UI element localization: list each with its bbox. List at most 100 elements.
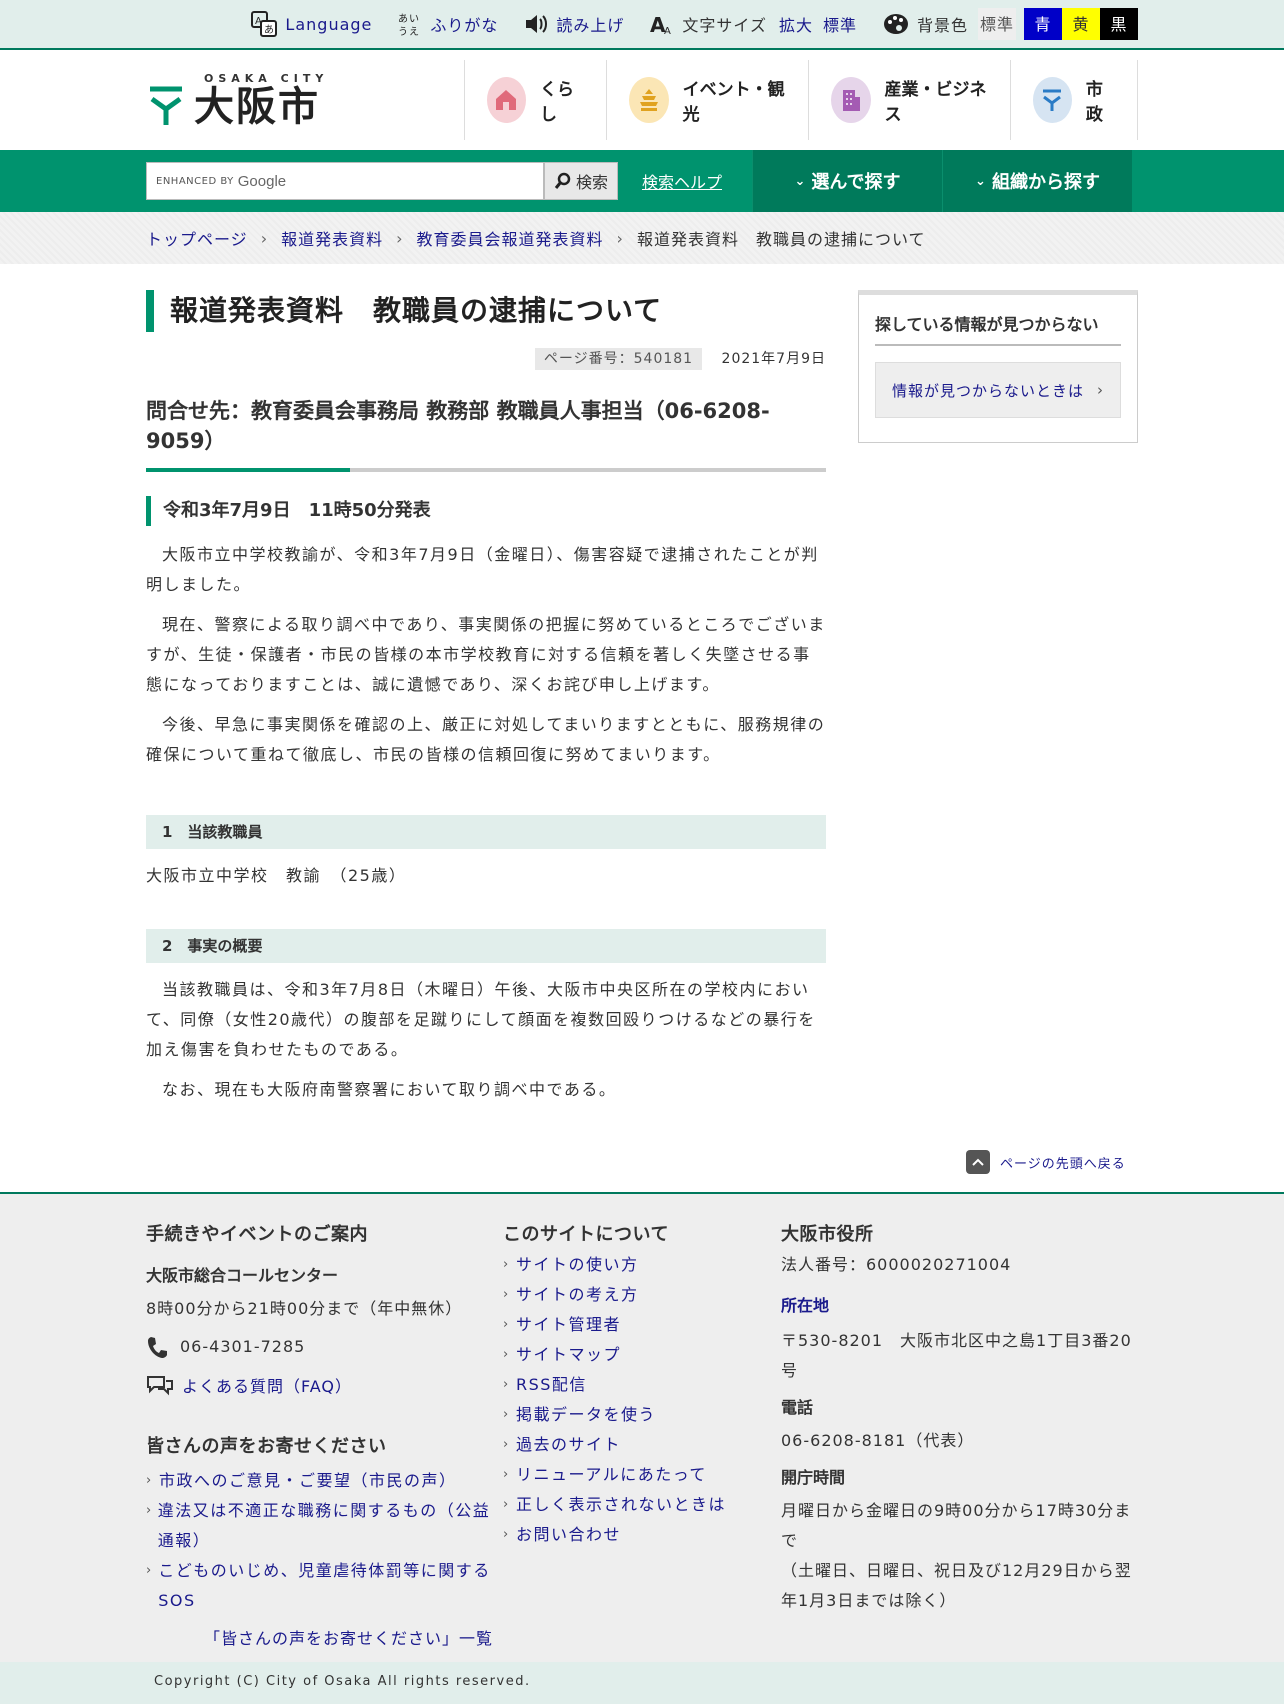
site-header: OSAKA CITY 大阪市 くらし イベント・観光 産業・ビジネス 市政 xyxy=(0,50,1284,150)
site-links: › サイトの使い方 › サイトの考え方 › サイト管理者 › サイトマップ › RSS配信… xyxy=(503,1250,743,1550)
organization-search-button[interactable]: ⌄ 組織から探す xyxy=(942,150,1132,212)
voice-link-citizen[interactable]: 市政へのご意見・ご要望（市民の声） xyxy=(159,1466,457,1496)
logo-name-text: 大阪市 xyxy=(194,83,320,130)
breadcrumb-link-press[interactable]: 報道発表資料 xyxy=(281,226,383,250)
page-title: 報道発表資料 教職員の逮捕について xyxy=(146,290,826,332)
side-help-box: 探している情報が見つからない 情報が見つからないときは › xyxy=(858,290,1138,443)
font-size-label: 文字サイズ xyxy=(682,16,767,35)
section-body-staff: 大阪市立中学校 教諭 （25歳） xyxy=(146,866,407,885)
font-size-large-button[interactable]: 拡大 xyxy=(779,12,813,36)
page-top-link[interactable]: ページの先頭へ戻る xyxy=(966,1150,1126,1174)
search-help-link[interactable]: 検索ヘルプ xyxy=(642,169,752,193)
site-link[interactable]: リニューアルにあたって xyxy=(516,1460,707,1490)
page-top-label: ページの先頭へ戻る xyxy=(1000,1156,1126,1172)
font-size-standard-button[interactable]: 標準 xyxy=(823,12,857,36)
svg-text:あい: あい xyxy=(398,13,420,25)
site-link[interactable]: サイト管理者 xyxy=(516,1310,621,1340)
google-text: Google xyxy=(237,172,287,190)
page-meta: ページ番号：540181 2021年7月9日 xyxy=(146,348,826,370)
list-item: › 違法又は不適正な職務に関するもの（公益通報） xyxy=(146,1496,506,1556)
chevron-right-icon: › xyxy=(503,1467,510,1482)
site-logo[interactable]: OSAKA CITY 大阪市 xyxy=(146,70,384,130)
chevron-right-icon: › xyxy=(146,1563,153,1578)
readaloud-button[interactable]: 読み上げ xyxy=(524,12,624,36)
site-link[interactable]: 掲載データを使う xyxy=(516,1400,656,1430)
footer-guide-column: 手続きやイベントのご案内 大阪市総合コールセンター 8時00分から21時00分ま… xyxy=(146,1220,506,1654)
chevron-right-icon: › xyxy=(503,1377,510,1392)
svg-text:A: A xyxy=(664,26,672,36)
call-center-name: 大阪市総合コールセンター xyxy=(146,1266,339,1285)
list-item: › サイト管理者 xyxy=(503,1310,743,1340)
not-found-link[interactable]: 情報が見つからないときは › xyxy=(875,362,1121,418)
site-link[interactable]: サイトの考え方 xyxy=(516,1280,639,1310)
site-link[interactable]: サイトの使い方 xyxy=(516,1250,639,1280)
chevron-right-icon: › xyxy=(503,1437,510,1452)
furigana-label: ふりがな xyxy=(430,16,499,35)
gnav-item-event[interactable]: イベント・観光 xyxy=(605,60,808,140)
search-button[interactable]: 検索 xyxy=(544,162,618,200)
chevron-right-icon: › xyxy=(1097,381,1104,399)
not-found-link-label: 情報が見つからないときは xyxy=(892,381,1085,400)
organization-search-label: 組織から探す xyxy=(991,172,1100,193)
breadcrumb: トップページ › 報道発表資料 › 教育委員会報道発表資料 › 報道発表資料 教… xyxy=(0,212,1284,264)
copyright-text: Copyright (C) City of Osaka All rights r… xyxy=(154,1674,531,1689)
site-link[interactable]: サイトマップ xyxy=(516,1340,621,1370)
chevron-right-icon: › xyxy=(503,1407,510,1422)
osaka-city-mark-icon xyxy=(150,86,182,125)
bg-yellow-button[interactable]: 黄 xyxy=(1062,8,1100,40)
bg-black-button[interactable]: 黒 xyxy=(1100,8,1138,40)
main-content: 報道発表資料 教職員の逮捕について ページ番号：540181 2021年7月9日… xyxy=(146,290,826,1105)
search-input[interactable]: ENHANCED BY Google xyxy=(146,162,544,200)
gnav-label: 産業・ビジネス xyxy=(884,80,987,125)
utility-bar: Aあ Language あい うえ ふりがな 読み上げ A A 文字サイズ 拡大 標… xyxy=(0,0,1284,50)
voice-list-link[interactable]: 「皆さんの声をお寄せください」一覧 xyxy=(204,1629,493,1648)
location-link[interactable]: 所在地 xyxy=(781,1296,829,1315)
gnav-label: くらし xyxy=(540,80,575,125)
chevron-right-icon: › xyxy=(146,1473,153,1488)
list-item: › 市政へのご意見・ご要望（市民の声） xyxy=(146,1466,506,1496)
language-button[interactable]: Aあ Language xyxy=(251,11,372,37)
breadcrumb-link-education[interactable]: 教育委員会報道発表資料 xyxy=(417,226,604,250)
phone-icon xyxy=(148,1337,167,1358)
gnav-item-business[interactable]: 産業・ビジネス xyxy=(807,60,1010,140)
gnav-item-kurashi[interactable]: くらし xyxy=(463,60,606,140)
open-hours-note: （土曜日、日曜日、祝日及び12月29日から翌年1月3日までは除く） xyxy=(781,1561,1132,1610)
background-color-label: 背景色 xyxy=(916,16,968,35)
tel-text: 06-6208-8181（代表） xyxy=(781,1431,975,1450)
page-number: ページ番号：540181 xyxy=(534,348,703,370)
site-link[interactable]: お問い合わせ xyxy=(516,1520,621,1550)
list-item: › 過去のサイト xyxy=(503,1430,743,1460)
furigana-button[interactable]: あい うえ ふりがな xyxy=(398,11,498,37)
gnav-label: イベント・観光 xyxy=(682,80,785,125)
site-link[interactable]: RSS配信 xyxy=(516,1370,587,1400)
voice-link-whistleblow[interactable]: 違法又は不適正な職務に関するもの（公益通報） xyxy=(158,1496,506,1556)
site-link[interactable]: 過去のサイト xyxy=(516,1430,621,1460)
call-center-phone: 06-4301-7285 xyxy=(180,1337,306,1356)
select-search-button[interactable]: ⌄ 選んで探す xyxy=(752,150,942,212)
section-body-summary: なお、現在も大阪府南警察署において取り調べ中である。 xyxy=(162,1080,617,1099)
house-icon xyxy=(486,77,527,123)
breadcrumb-link-top[interactable]: トップページ xyxy=(146,226,248,250)
breadcrumb-separator-icon: › xyxy=(396,228,404,248)
side-help-title: 探している情報が見つからない xyxy=(875,311,1121,346)
gnav-item-shisei[interactable]: 市政 xyxy=(1009,60,1138,140)
call-center-phone-row: 06-4301-7285 xyxy=(146,1332,506,1362)
site-footer: 手続きやイベントのご案内 大阪市総合コールセンター 8時00分から21時00分ま… xyxy=(0,1192,1284,1662)
chevron-down-icon: ⌄ xyxy=(975,173,986,189)
open-hours-label: 開庁時間 xyxy=(781,1468,846,1487)
list-item: › お問い合わせ xyxy=(503,1520,743,1550)
site-link[interactable]: 正しく表示されないときは xyxy=(516,1490,726,1520)
faq-row: よくある質問（FAQ） xyxy=(146,1372,506,1402)
section-heading-staff: 1 当該教職員 xyxy=(146,815,826,849)
faq-link[interactable]: よくある質問（FAQ） xyxy=(182,1372,352,1402)
bg-blue-button[interactable]: 青 xyxy=(1024,8,1062,40)
call-center-hours: 8時00分から21時00分まで（年中無休） xyxy=(146,1299,463,1318)
body-paragraph: 現在、警察による取り調べ中であり、事実関係の把握に努めているところでございますが… xyxy=(146,615,826,694)
svg-text:A: A xyxy=(255,16,263,27)
voice-link-sos[interactable]: こどものいじめ、児童虐待体罰等に関するSOS xyxy=(158,1556,506,1616)
search-bar: ENHANCED BY Google 検索 検索ヘルプ ⌄ 選んで探す ⌄ 組織… xyxy=(0,150,1284,212)
list-item: › サイトマップ xyxy=(503,1340,743,1370)
palette-icon xyxy=(883,14,908,34)
bg-standard-button[interactable]: 標準 xyxy=(978,8,1016,40)
breadcrumb-current: 報道発表資料 教職員の逮捕について xyxy=(636,230,926,249)
